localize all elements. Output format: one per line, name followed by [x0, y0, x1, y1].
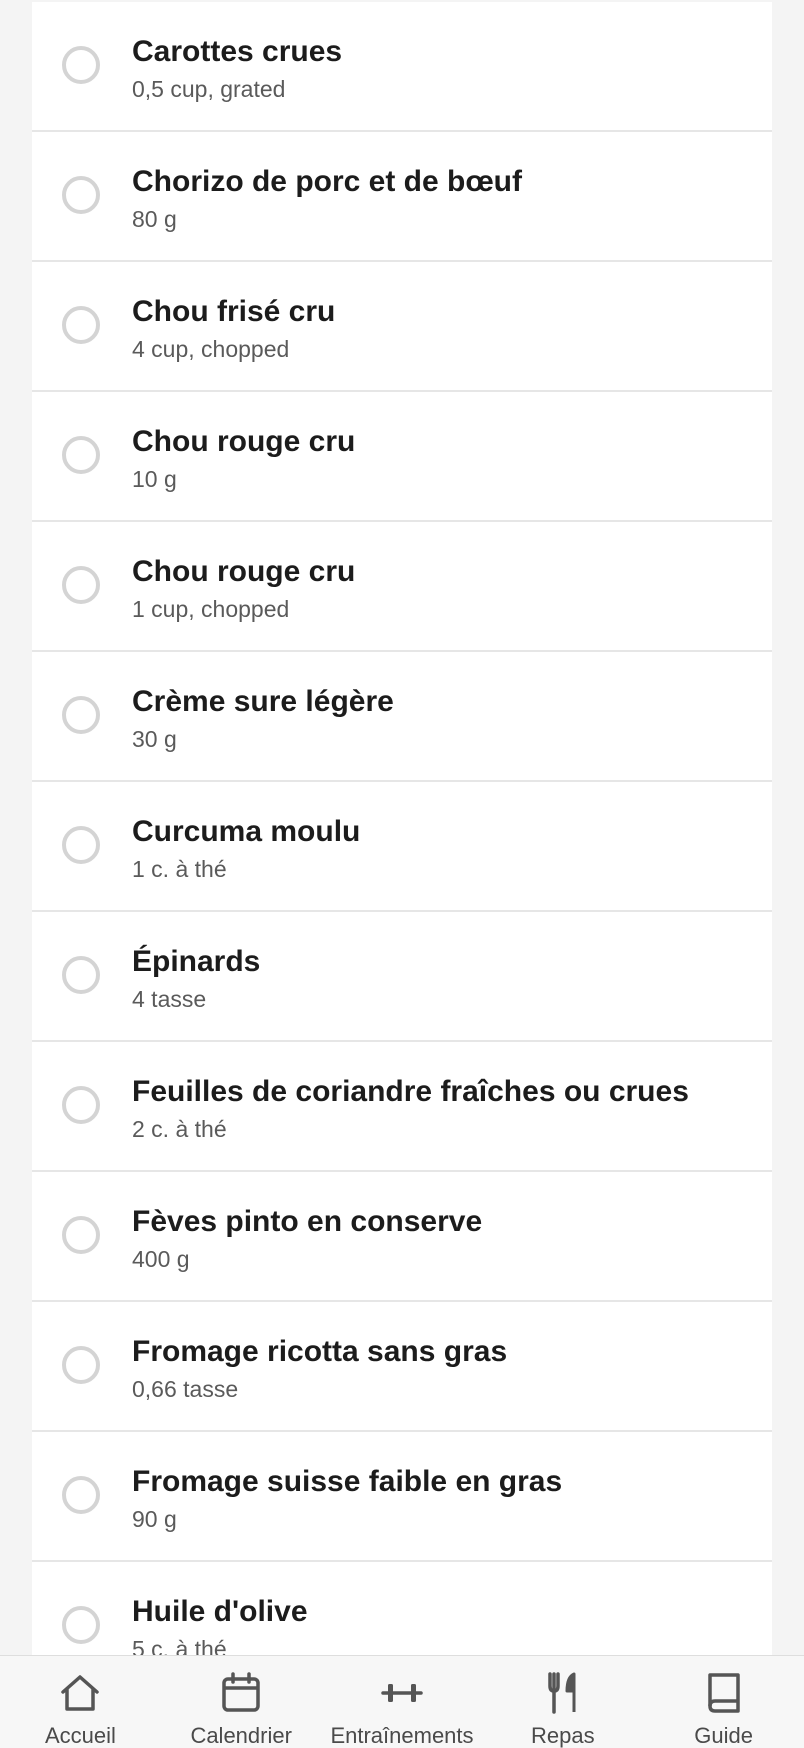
checkbox[interactable] [62, 696, 100, 734]
checkbox[interactable] [62, 826, 100, 864]
item-name: Curcuma moulu [132, 815, 361, 848]
tab-label: Accueil [44, 1723, 116, 1748]
tab-label: Entraînements [330, 1723, 474, 1748]
item-amount: 2 c. à thé [132, 1116, 227, 1142]
checkbox[interactable] [62, 1346, 100, 1384]
item-name: Chou rouge cru [132, 555, 356, 588]
list-item[interactable]: Chorizo de porc et de bœuf 80 g [32, 132, 772, 262]
list-item[interactable]: Épinards 4 tasse [32, 912, 772, 1042]
item-name: Chou rouge cru [132, 425, 356, 458]
checkbox[interactable] [62, 1216, 100, 1254]
book-icon [700, 1669, 748, 1717]
item-name: Épinards [132, 945, 261, 978]
shopping-list: Carottes crues 0,5 cup, grated Chorizo d… [32, 2, 772, 1692]
list-item[interactable]: Chou rouge cru 1 cup, chopped [32, 522, 772, 652]
app-screen: Carottes crues 0,5 cup, grated Chorizo d… [0, 0, 804, 1748]
tab-label: Calendrier [190, 1723, 292, 1748]
tab-repas[interactable]: Repas [482, 1656, 643, 1748]
home-icon [56, 1669, 104, 1717]
list-item[interactable]: Chou frisé cru 4 cup, chopped [32, 262, 772, 392]
list-item[interactable]: Chou rouge cru 10 g [32, 392, 772, 522]
item-name: Carottes crues [132, 35, 343, 68]
item-amount: 1 cup, chopped [132, 596, 290, 622]
checkbox[interactable] [62, 176, 100, 214]
item-amount: 4 cup, chopped [132, 336, 290, 362]
item-name: Fromage suisse faible en gras [132, 1465, 563, 1498]
item-name: Fèves pinto en conserve [132, 1205, 483, 1238]
item-amount: 0,5 cup, grated [132, 76, 286, 102]
list-item[interactable]: Feuilles de coriandre fraîches ou crues … [32, 1042, 772, 1172]
checkbox[interactable] [62, 956, 100, 994]
list-item[interactable]: Curcuma moulu 1 c. à thé [32, 782, 772, 912]
item-name: Chou frisé cru [132, 295, 336, 328]
item-amount: 30 g [132, 726, 177, 752]
item-amount: 0,66 tasse [132, 1376, 239, 1402]
checkbox[interactable] [62, 1606, 100, 1644]
item-amount: 4 tasse [132, 986, 207, 1012]
checkbox[interactable] [62, 46, 100, 84]
item-amount: 400 g [132, 1246, 190, 1272]
tab-guide[interactable]: Guide [643, 1656, 804, 1748]
bottom-tab-bar: Accueil Calendrier Entraînements Repas G… [0, 1655, 804, 1748]
tab-label: Repas [530, 1723, 595, 1748]
item-name: Chorizo de porc et de bœuf [132, 165, 522, 198]
list-item[interactable]: Crème sure légère 30 g [32, 652, 772, 782]
item-amount: 10 g [132, 466, 177, 492]
list-item[interactable]: Fèves pinto en conserve 400 g [32, 1172, 772, 1302]
tab-entrainements[interactable]: Entraînements [322, 1656, 483, 1748]
tab-accueil[interactable]: Accueil [0, 1656, 161, 1748]
list-item[interactable]: Fromage ricotta sans gras 0,66 tasse [32, 1302, 772, 1432]
checkbox[interactable] [62, 1476, 100, 1514]
item-amount: 1 c. à thé [132, 856, 227, 882]
checkbox[interactable] [62, 1086, 100, 1124]
item-name: Crème sure légère [132, 685, 394, 718]
list-item[interactable]: Carottes crues 0,5 cup, grated [32, 2, 772, 132]
dumbbell-icon [378, 1669, 426, 1717]
item-name: Fromage ricotta sans gras [132, 1335, 508, 1368]
list-item[interactable]: Fromage suisse faible en gras 90 g [32, 1432, 772, 1562]
item-name: Huile d'olive [132, 1595, 308, 1628]
item-name: Feuilles de coriandre fraîches ou crues [132, 1075, 689, 1108]
checkbox[interactable] [62, 436, 100, 474]
tab-calendrier[interactable]: Calendrier [161, 1656, 322, 1748]
calendar-icon [217, 1669, 265, 1717]
checkbox[interactable] [62, 306, 100, 344]
item-amount: 80 g [132, 206, 177, 232]
tab-label: Guide [694, 1723, 753, 1748]
checkbox[interactable] [62, 566, 100, 604]
item-amount: 90 g [132, 1506, 177, 1532]
fork-knife-icon [539, 1669, 587, 1717]
